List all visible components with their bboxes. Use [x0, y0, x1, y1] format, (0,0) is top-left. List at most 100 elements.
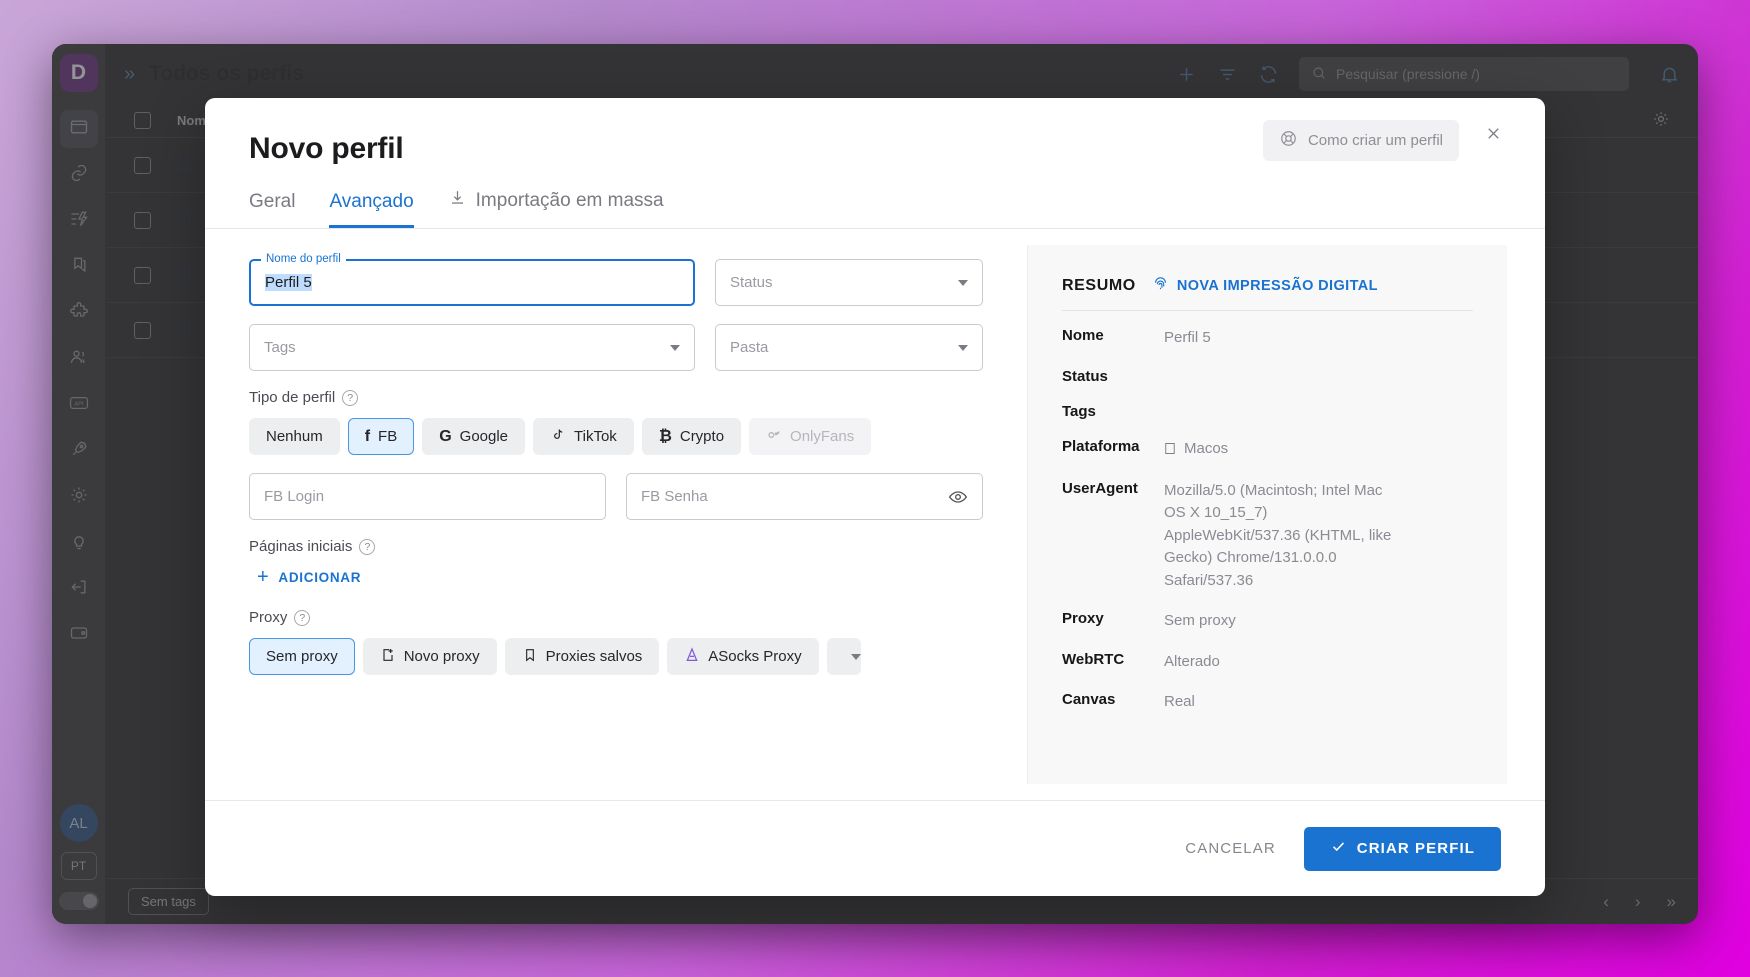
tab-geral-label: Geral — [249, 191, 296, 212]
cancel-button[interactable]: CANCELAR — [1185, 840, 1276, 857]
chevron-down-icon — [670, 344, 680, 351]
summary-row-status: Status — [1062, 368, 1473, 385]
new-profile-modal: Novo perfil Como criar um perfil Geral A… — [205, 98, 1545, 896]
tab-importacao-em-massa[interactable]: Importação em massa — [448, 188, 664, 228]
profile-type-crypto-label: Crypto — [679, 428, 725, 445]
eye-icon[interactable] — [948, 487, 968, 507]
question-circle-icon[interactable]: ? — [359, 538, 376, 555]
proxy-dropdown-button[interactable] — [826, 638, 861, 675]
form-row-fb-credentials: FB Login FB Senha — [249, 473, 983, 520]
tiktok-icon — [550, 427, 566, 447]
chevron-down-icon — [850, 653, 861, 660]
status-placeholder: Status — [730, 274, 773, 291]
profile-type-onlyfans-label: OnlyFans — [790, 428, 855, 445]
proxy-sem-proxy-label: Sem proxy — [266, 648, 338, 665]
question-circle-icon[interactable]: ? — [294, 609, 311, 626]
profile-type-nenhum[interactable]: Nenhum — [249, 418, 340, 455]
tags-select[interactable]: Tags — [249, 324, 695, 371]
profile-type-google[interactable]: G Google — [422, 418, 526, 455]
summary-value: Real — [1164, 691, 1195, 710]
tab-importacao-label: Importação em massa — [475, 189, 664, 211]
profile-type-label: Tipo de perfil ? — [249, 389, 983, 406]
summary-key: Status — [1062, 367, 1108, 385]
new-fingerprint-label: NOVA IMPRESSÃO DIGITAL — [1176, 277, 1378, 294]
new-proxy-icon — [380, 647, 396, 667]
facebook-icon: f — [364, 427, 371, 445]
summary-value-platform:  Macos — [1164, 438, 1228, 462]
proxy-novo-proxy[interactable]: Novo proxy — [362, 638, 497, 675]
create-profile-button[interactable]: CRIAR PERFIL — [1303, 826, 1501, 871]
profile-type-crypto[interactable]: ₿ Crypto — [641, 418, 742, 455]
profile-type-nenhum-label: Nenhum — [266, 428, 323, 445]
proxy-asocks-label: ASocks Proxy — [708, 648, 802, 665]
folder-placeholder: Pasta — [730, 339, 769, 356]
status-select[interactable]: Status — [715, 259, 983, 306]
fingerprint-icon — [1152, 275, 1169, 296]
summary-row-canvas: Canvas Real — [1062, 691, 1473, 714]
summary-key: Canvas — [1062, 689, 1116, 708]
fb-password-placeholder: FB Senha — [641, 488, 708, 505]
summary-value: Alterado — [1164, 651, 1220, 670]
summary-value: Sem proxy — [1164, 610, 1236, 629]
bookmark-icon — [522, 647, 538, 667]
bitcoin-icon: ₿ — [658, 427, 672, 445]
profile-name-value: Perfil 5 — [265, 274, 312, 291]
summary-row-plataforma: Plataforma  Macos — [1062, 438, 1473, 462]
summary-row-tags: Tags — [1062, 403, 1473, 420]
proxy-asocks[interactable]: ASocks Proxy — [667, 638, 819, 675]
lifebuoy-icon — [1279, 129, 1298, 152]
summary-key: Plataforma — [1062, 437, 1140, 455]
how-to-create-profile-label: Como criar um perfil — [1307, 132, 1443, 149]
profile-type-fb[interactable]: f FB — [347, 418, 415, 455]
modal-tabs: Geral Avançado Importação em massa — [205, 166, 1545, 229]
download-icon — [448, 188, 467, 213]
tab-avancado[interactable]: Avançado — [329, 191, 414, 228]
check-icon — [1330, 838, 1347, 859]
fb-password-input[interactable]: FB Senha — [626, 473, 983, 520]
new-fingerprint-button[interactable]: NOVA IMPRESSÃO DIGITAL — [1152, 275, 1378, 296]
summary-value: Mozilla/5.0 (Macintosh; Intel Mac OS X 1… — [1164, 480, 1392, 589]
profile-type-tiktok[interactable]: TikTok — [533, 418, 634, 455]
proxy-label-text: Proxy — [249, 609, 288, 626]
proxy-options: Sem proxy Novo proxy Proxies salvos ASoc… — [249, 638, 983, 675]
plus-icon: + — [257, 566, 270, 588]
modal-footer: CANCELAR CRIAR PERFIL — [205, 800, 1545, 896]
summary-key: Proxy — [1062, 608, 1104, 627]
start-pages-label: Páginas iniciais ? — [249, 538, 983, 555]
summary-key: Tags — [1062, 402, 1096, 420]
proxy-sem-proxy[interactable]: Sem proxy — [249, 638, 355, 675]
profile-form: Nome do perfil Perfil 5 Status Tags Past… — [205, 229, 1027, 800]
proxy-proxies-salvos[interactable]: Proxies salvos — [504, 638, 660, 675]
folder-select[interactable]: Pasta — [715, 324, 983, 371]
profile-name-input[interactable]: Nome do perfil Perfil 5 — [249, 253, 695, 306]
profile-type-options: Nenhum f FB G Google TikTok ₿ Crypto Onl… — [249, 418, 983, 455]
start-pages-label-text: Páginas iniciais — [249, 538, 353, 555]
question-circle-icon[interactable]: ? — [342, 389, 359, 406]
profile-name-legend: Nome do perfil — [261, 253, 346, 265]
close-icon — [1484, 124, 1503, 148]
chevron-down-icon — [958, 279, 968, 286]
summary-value: Macos — [1172, 439, 1228, 457]
summary-header: RESUMO NOVA IMPRESSÃO DIGITAL — [1062, 275, 1473, 296]
how-to-create-profile-button[interactable]: Como criar um perfil — [1262, 120, 1459, 161]
tab-geral[interactable]: Geral — [249, 191, 295, 228]
profile-type-fb-label: FB — [378, 428, 398, 445]
tags-placeholder: Tags — [264, 339, 296, 356]
chevron-down-icon — [958, 344, 968, 351]
proxy-novo-proxy-label: Novo proxy — [403, 648, 480, 665]
fb-login-input[interactable]: FB Login — [249, 473, 606, 520]
summary-key: Nome — [1062, 327, 1104, 344]
summary-key: WebRTC — [1062, 649, 1125, 668]
close-button[interactable] — [1477, 120, 1509, 152]
form-row-tags-folder: Tags Pasta — [249, 324, 983, 371]
profile-type-onlyfans: OnlyFans — [749, 418, 872, 455]
form-row-name-status: Nome do perfil Perfil 5 Status — [249, 253, 983, 306]
proxy-proxies-salvos-label: Proxies salvos — [545, 648, 643, 665]
summary-panel: RESUMO NOVA IMPRESSÃO DIGITAL Nome Perfi… — [1027, 245, 1507, 784]
modal-header: Novo perfil Como criar um perfil — [205, 98, 1545, 166]
summary-row-nome: Nome Perfil 5 — [1062, 327, 1473, 350]
summary-title: RESUMO — [1062, 276, 1136, 294]
add-start-page-button[interactable]: + ADICIONAR — [257, 567, 983, 587]
summary-value: Perfil 5 — [1164, 329, 1211, 346]
google-icon: G — [439, 427, 452, 445]
